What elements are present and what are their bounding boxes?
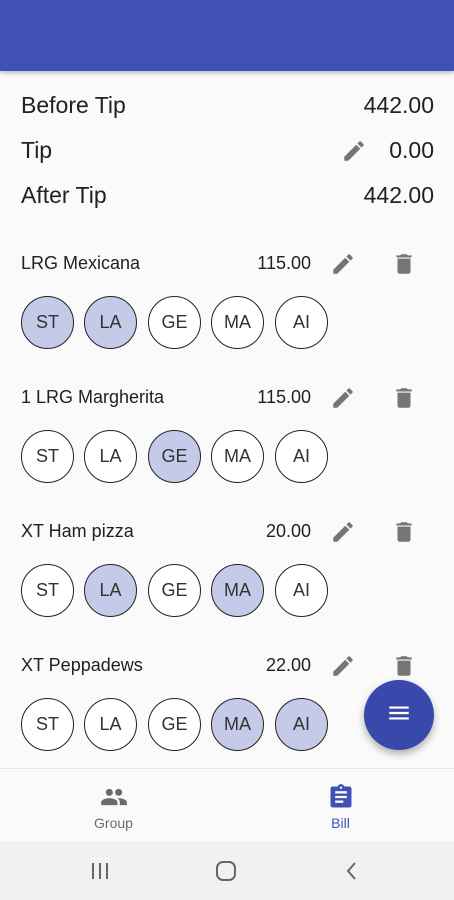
recents-icon[interactable] — [86, 857, 114, 885]
tab-bill-label: Bill — [331, 815, 350, 831]
edit-icon[interactable] — [330, 653, 356, 679]
tip-label: Tip — [21, 137, 53, 163]
member-chip[interactable]: MA — [211, 430, 264, 483]
member-chip[interactable]: MA — [211, 296, 264, 349]
back-icon[interactable] — [338, 857, 366, 885]
before-tip-row: Before Tip 442.00 — [0, 84, 454, 129]
member-chip[interactable]: ST — [21, 430, 74, 483]
item-name: LRG Mexicana — [21, 253, 141, 273]
item-name: 1 LRG Margherita — [21, 387, 165, 407]
item-price: 22.00 — [265, 655, 311, 675]
after-tip-row: After Tip 442.00 — [0, 174, 454, 219]
list-item: XT Ham pizza 20.00 ST LA GE MA AI — [0, 506, 454, 640]
system-navigation-bar — [0, 841, 454, 900]
member-chip[interactable]: AI — [275, 296, 328, 349]
tab-group[interactable]: Group — [0, 769, 227, 842]
member-chip[interactable]: MA — [211, 564, 264, 617]
member-chip[interactable]: ST — [21, 698, 74, 751]
item-name: XT Ham pizza — [21, 521, 134, 541]
list-item: 1 LRG Margherita 115.00 ST LA GE MA AI — [0, 372, 454, 506]
edit-icon[interactable] — [330, 385, 356, 411]
edit-icon[interactable] — [330, 519, 356, 545]
item-price: 115.00 — [257, 387, 311, 407]
member-chip[interactable]: GE — [148, 698, 201, 751]
member-chip[interactable]: ST — [21, 564, 74, 617]
item-name: XT Peppadews — [21, 655, 143, 675]
menu-icon — [386, 700, 412, 731]
item-price: 20.00 — [265, 521, 311, 541]
member-chip[interactable]: ST — [21, 296, 74, 349]
bottom-navigation: Group Bill — [0, 768, 454, 841]
menu-fab-button[interactable] — [364, 680, 434, 750]
before-tip-value: 442.00 — [363, 92, 434, 118]
after-tip-value: 442.00 — [363, 182, 434, 208]
delete-icon[interactable] — [391, 519, 415, 545]
after-tip-label: After Tip — [21, 182, 107, 208]
member-chip[interactable]: GE — [148, 430, 201, 483]
before-tip-label: Before Tip — [21, 92, 126, 118]
edit-icon[interactable] — [330, 251, 356, 277]
app-bar — [0, 0, 454, 71]
member-chip[interactable]: AI — [275, 564, 328, 617]
member-chip[interactable]: AI — [275, 430, 328, 483]
tab-group-label: Group — [94, 815, 133, 831]
delete-icon[interactable] — [391, 251, 415, 277]
totals-section: Before Tip 442.00 Tip 0.00 After Tip 442… — [0, 84, 454, 219]
member-chip[interactable]: GE — [148, 296, 201, 349]
delete-icon[interactable] — [391, 653, 415, 679]
member-chip[interactable]: LA — [84, 296, 137, 349]
member-chip[interactable]: GE — [148, 564, 201, 617]
home-icon[interactable] — [212, 857, 240, 885]
member-chip[interactable]: LA — [84, 564, 137, 617]
people-icon — [99, 783, 129, 811]
tip-row: Tip 0.00 — [0, 129, 454, 174]
clipboard-icon — [326, 783, 356, 811]
item-price: 115.00 — [257, 253, 311, 273]
member-chip[interactable]: LA — [84, 430, 137, 483]
tip-value: 0.00 — [389, 137, 434, 163]
edit-tip-icon[interactable] — [341, 138, 367, 164]
member-chip[interactable]: LA — [84, 698, 137, 751]
delete-icon[interactable] — [391, 385, 415, 411]
list-item: LRG Mexicana 115.00 ST LA GE MA AI — [0, 238, 454, 372]
member-chip[interactable]: MA — [211, 698, 264, 751]
tab-bill[interactable]: Bill — [227, 769, 454, 842]
member-chip[interactable]: AI — [275, 698, 328, 751]
